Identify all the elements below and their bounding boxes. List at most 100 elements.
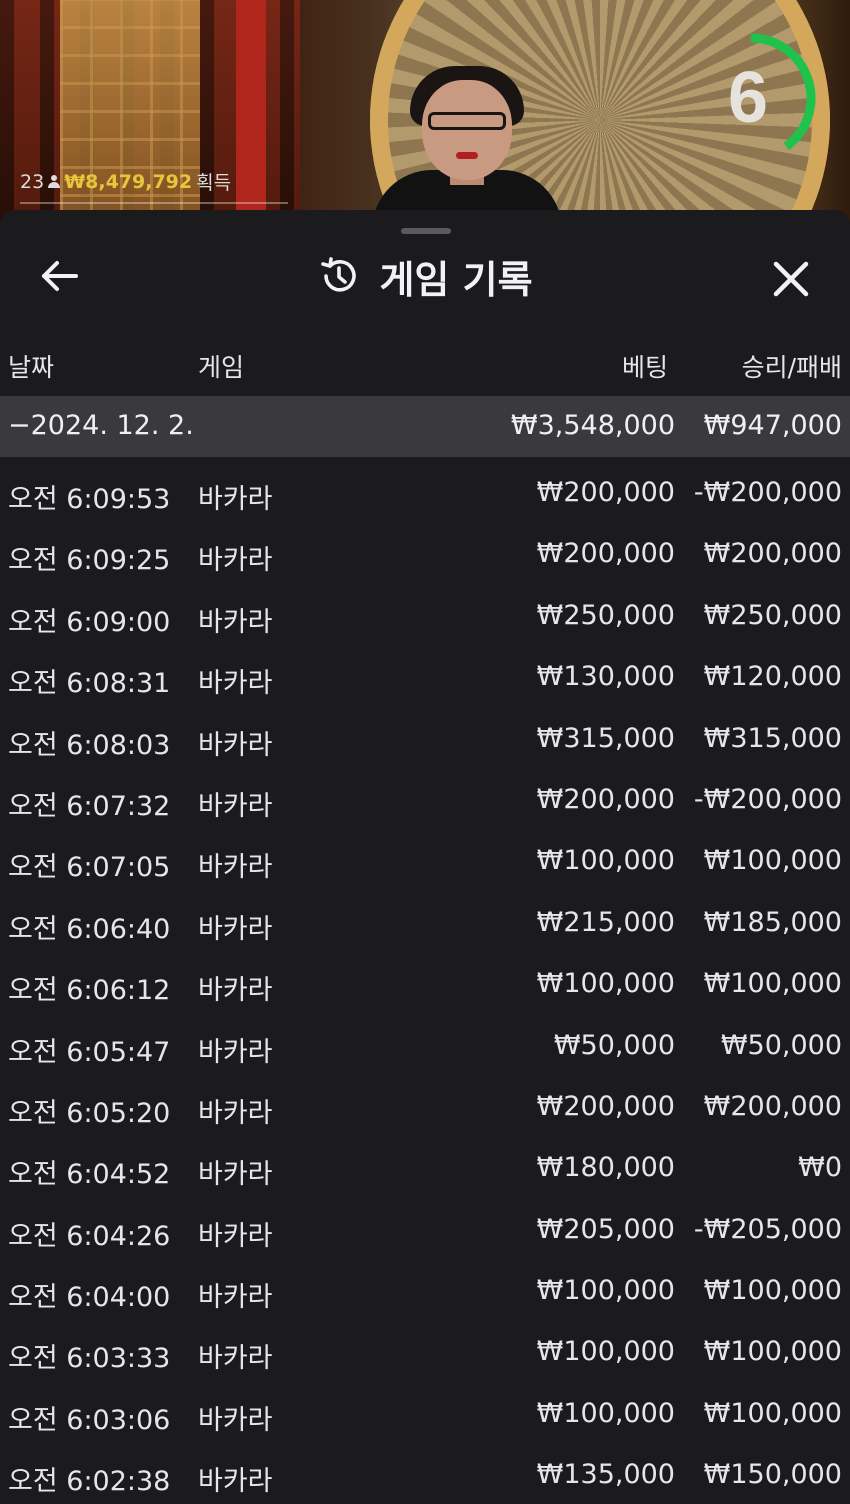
- row-result: -₩200,000: [693, 477, 842, 508]
- row-result: ₩150,000: [703, 1459, 842, 1491]
- row-game: 바카라: [198, 1282, 273, 1314]
- history-row[interactable]: 오전 6:05:47 바카라 ₩50,000 ₩50,000: [0, 1016, 850, 1077]
- win-amount: ₩8,479,792: [64, 170, 193, 193]
- live-video: 6 23 ₩8,479,792 획득: [0, 0, 850, 225]
- row-bet: ₩205,000: [536, 1213, 675, 1245]
- history-row[interactable]: 오전 6:08:31 바카라 ₩130,000 ₩120,000: [0, 647, 850, 708]
- row-game: 바카라: [198, 1220, 273, 1252]
- row-time: 오전 6:03:06: [8, 1404, 171, 1436]
- history-row[interactable]: 오전 6:04:26 바카라 ₩205,000 -₩205,000: [0, 1200, 850, 1261]
- history-icon: [321, 257, 357, 292]
- row-time: 오전 6:08:03: [8, 729, 171, 761]
- row-time: 오전 6:06:12: [8, 975, 171, 1007]
- row-game: 바카라: [198, 1159, 273, 1191]
- row-game: 바카라: [198, 975, 273, 1007]
- history-list: 오전 6:09:53 바카라 ₩200,000 -₩200,000 오전 6:0…: [0, 463, 850, 1504]
- history-row[interactable]: 오전 6:07:32 바카라 ₩200,000 -₩200,000: [0, 770, 850, 831]
- row-result: ₩250,000: [703, 599, 842, 631]
- row-result: ₩185,000: [703, 906, 842, 938]
- row-bet: ₩200,000: [536, 477, 675, 508]
- date-group-row[interactable]: −2024. 12. 2. ₩3,548,000 ₩947,000: [0, 396, 850, 457]
- sheet-header: 게임 기록: [0, 246, 850, 306]
- row-bet: ₩135,000: [536, 1459, 675, 1491]
- row-game: 바카라: [198, 606, 273, 638]
- win-label: 획득: [196, 172, 232, 194]
- row-time: 오전 6:02:38: [8, 1466, 171, 1498]
- row-time: 오전 6:04:52: [8, 1159, 171, 1191]
- row-game: 바카라: [198, 1343, 273, 1375]
- row-time: 오전 6:08:31: [8, 668, 171, 700]
- row-bet: ₩180,000: [536, 1152, 675, 1184]
- date-group-label: −2024. 12. 2.: [8, 410, 194, 441]
- dealer: [372, 60, 562, 225]
- close-icon: [773, 261, 809, 297]
- row-game: 바카라: [198, 729, 273, 761]
- timer-value: 6: [727, 58, 769, 138]
- row-result: ₩200,000: [703, 1090, 842, 1122]
- history-row[interactable]: 오전 6:02:38 바카라 ₩135,000 ₩150,000: [0, 1445, 850, 1504]
- history-row[interactable]: 오전 6:09:25 바카라 ₩200,000 ₩200,000: [0, 524, 850, 585]
- row-time: 오전 6:04:26: [8, 1220, 171, 1252]
- row-time: 오전 6:09:00: [8, 606, 171, 638]
- player-count: 23: [20, 170, 45, 193]
- row-bet: ₩100,000: [536, 1336, 675, 1368]
- column-headers: 날짜 게임 베팅 승리/패배: [0, 340, 850, 390]
- history-row[interactable]: 오전 6:09:53 바카라 ₩200,000 -₩200,000: [0, 463, 850, 524]
- countdown-timer: 6: [693, 28, 821, 168]
- row-bet: ₩100,000: [536, 1397, 675, 1429]
- row-time: 오전 6:09:25: [8, 545, 171, 577]
- row-bet: ₩250,000: [536, 599, 675, 631]
- history-row[interactable]: 오전 6:07:05 바카라 ₩100,000 ₩100,000: [0, 831, 850, 892]
- row-game: 바카라: [198, 790, 273, 822]
- history-row[interactable]: 오전 6:03:33 바카라 ₩100,000 ₩100,000: [0, 1322, 850, 1383]
- row-time: 오전 6:03:33: [8, 1343, 171, 1375]
- row-game: 바카라: [198, 1036, 273, 1068]
- row-bet: ₩200,000: [536, 783, 675, 815]
- row-result: ₩100,000: [703, 845, 842, 877]
- row-result: ₩50,000: [720, 1029, 842, 1061]
- row-bet: ₩200,000: [536, 1090, 675, 1122]
- row-result: ₩200,000: [703, 538, 842, 570]
- history-row[interactable]: 오전 6:09:00 바카라 ₩250,000 ₩250,000: [0, 586, 850, 647]
- column-game[interactable]: 게임: [198, 348, 244, 384]
- win-info: 23 ₩8,479,792 획득: [20, 168, 231, 195]
- row-bet: ₩215,000: [536, 906, 675, 938]
- date-group-bet-total: ₩3,548,000: [510, 410, 675, 441]
- row-result: ₩0: [798, 1152, 842, 1184]
- sheet-grabber[interactable]: [401, 228, 451, 234]
- row-result: ₩315,000: [703, 722, 842, 754]
- row-result: ₩120,000: [703, 661, 842, 693]
- row-result: -₩200,000: [693, 783, 842, 815]
- row-result: ₩100,000: [703, 1336, 842, 1368]
- row-result: ₩100,000: [703, 968, 842, 1000]
- history-row[interactable]: 오전 6:08:03 바카라 ₩315,000 ₩315,000: [0, 709, 850, 770]
- history-row[interactable]: 오전 6:06:40 바카라 ₩215,000 ₩185,000: [0, 893, 850, 954]
- close-button[interactable]: [764, 252, 818, 306]
- row-time: 오전 6:05:20: [8, 1097, 171, 1129]
- column-bet[interactable]: 베팅: [622, 348, 668, 384]
- row-game: 바카라: [198, 484, 273, 515]
- game-history-sheet: 게임 기록 날짜 게임 베팅 승리/패배 −2024. 12. 2. ₩3,54…: [0, 210, 850, 1504]
- row-game: 바카라: [198, 852, 273, 884]
- history-row[interactable]: 오전 6:06:12 바카라 ₩100,000 ₩100,000: [0, 954, 850, 1015]
- row-result: ₩100,000: [703, 1275, 842, 1307]
- history-row[interactable]: 오전 6:04:52 바카라 ₩180,000 ₩0: [0, 1138, 850, 1199]
- date-group-result-total: ₩947,000: [703, 410, 842, 441]
- row-game: 바카라: [198, 1466, 273, 1498]
- history-row[interactable]: 오전 6:03:06 바카라 ₩100,000 ₩100,000: [0, 1384, 850, 1445]
- row-time: 오전 6:09:53: [8, 484, 171, 515]
- app-root: 6 23 ₩8,479,792 획득 게임 기록 날짜 게임 베팅 승리/패배 …: [0, 0, 850, 1504]
- row-bet: ₩130,000: [536, 661, 675, 693]
- row-time: 오전 6:05:47: [8, 1036, 171, 1068]
- row-bet: ₩315,000: [536, 722, 675, 754]
- row-bet: ₩100,000: [536, 968, 675, 1000]
- history-row[interactable]: 오전 6:05:20 바카라 ₩200,000 ₩200,000: [0, 1077, 850, 1138]
- row-bet: ₩50,000: [553, 1029, 675, 1061]
- column-date[interactable]: 날짜: [8, 348, 54, 384]
- row-bet: ₩100,000: [536, 1275, 675, 1307]
- row-game: 바카라: [198, 1404, 273, 1436]
- row-bet: ₩100,000: [536, 845, 675, 877]
- row-result: ₩100,000: [703, 1397, 842, 1429]
- column-result[interactable]: 승리/패배: [742, 348, 842, 384]
- history-row[interactable]: 오전 6:04:00 바카라 ₩100,000 ₩100,000: [0, 1261, 850, 1322]
